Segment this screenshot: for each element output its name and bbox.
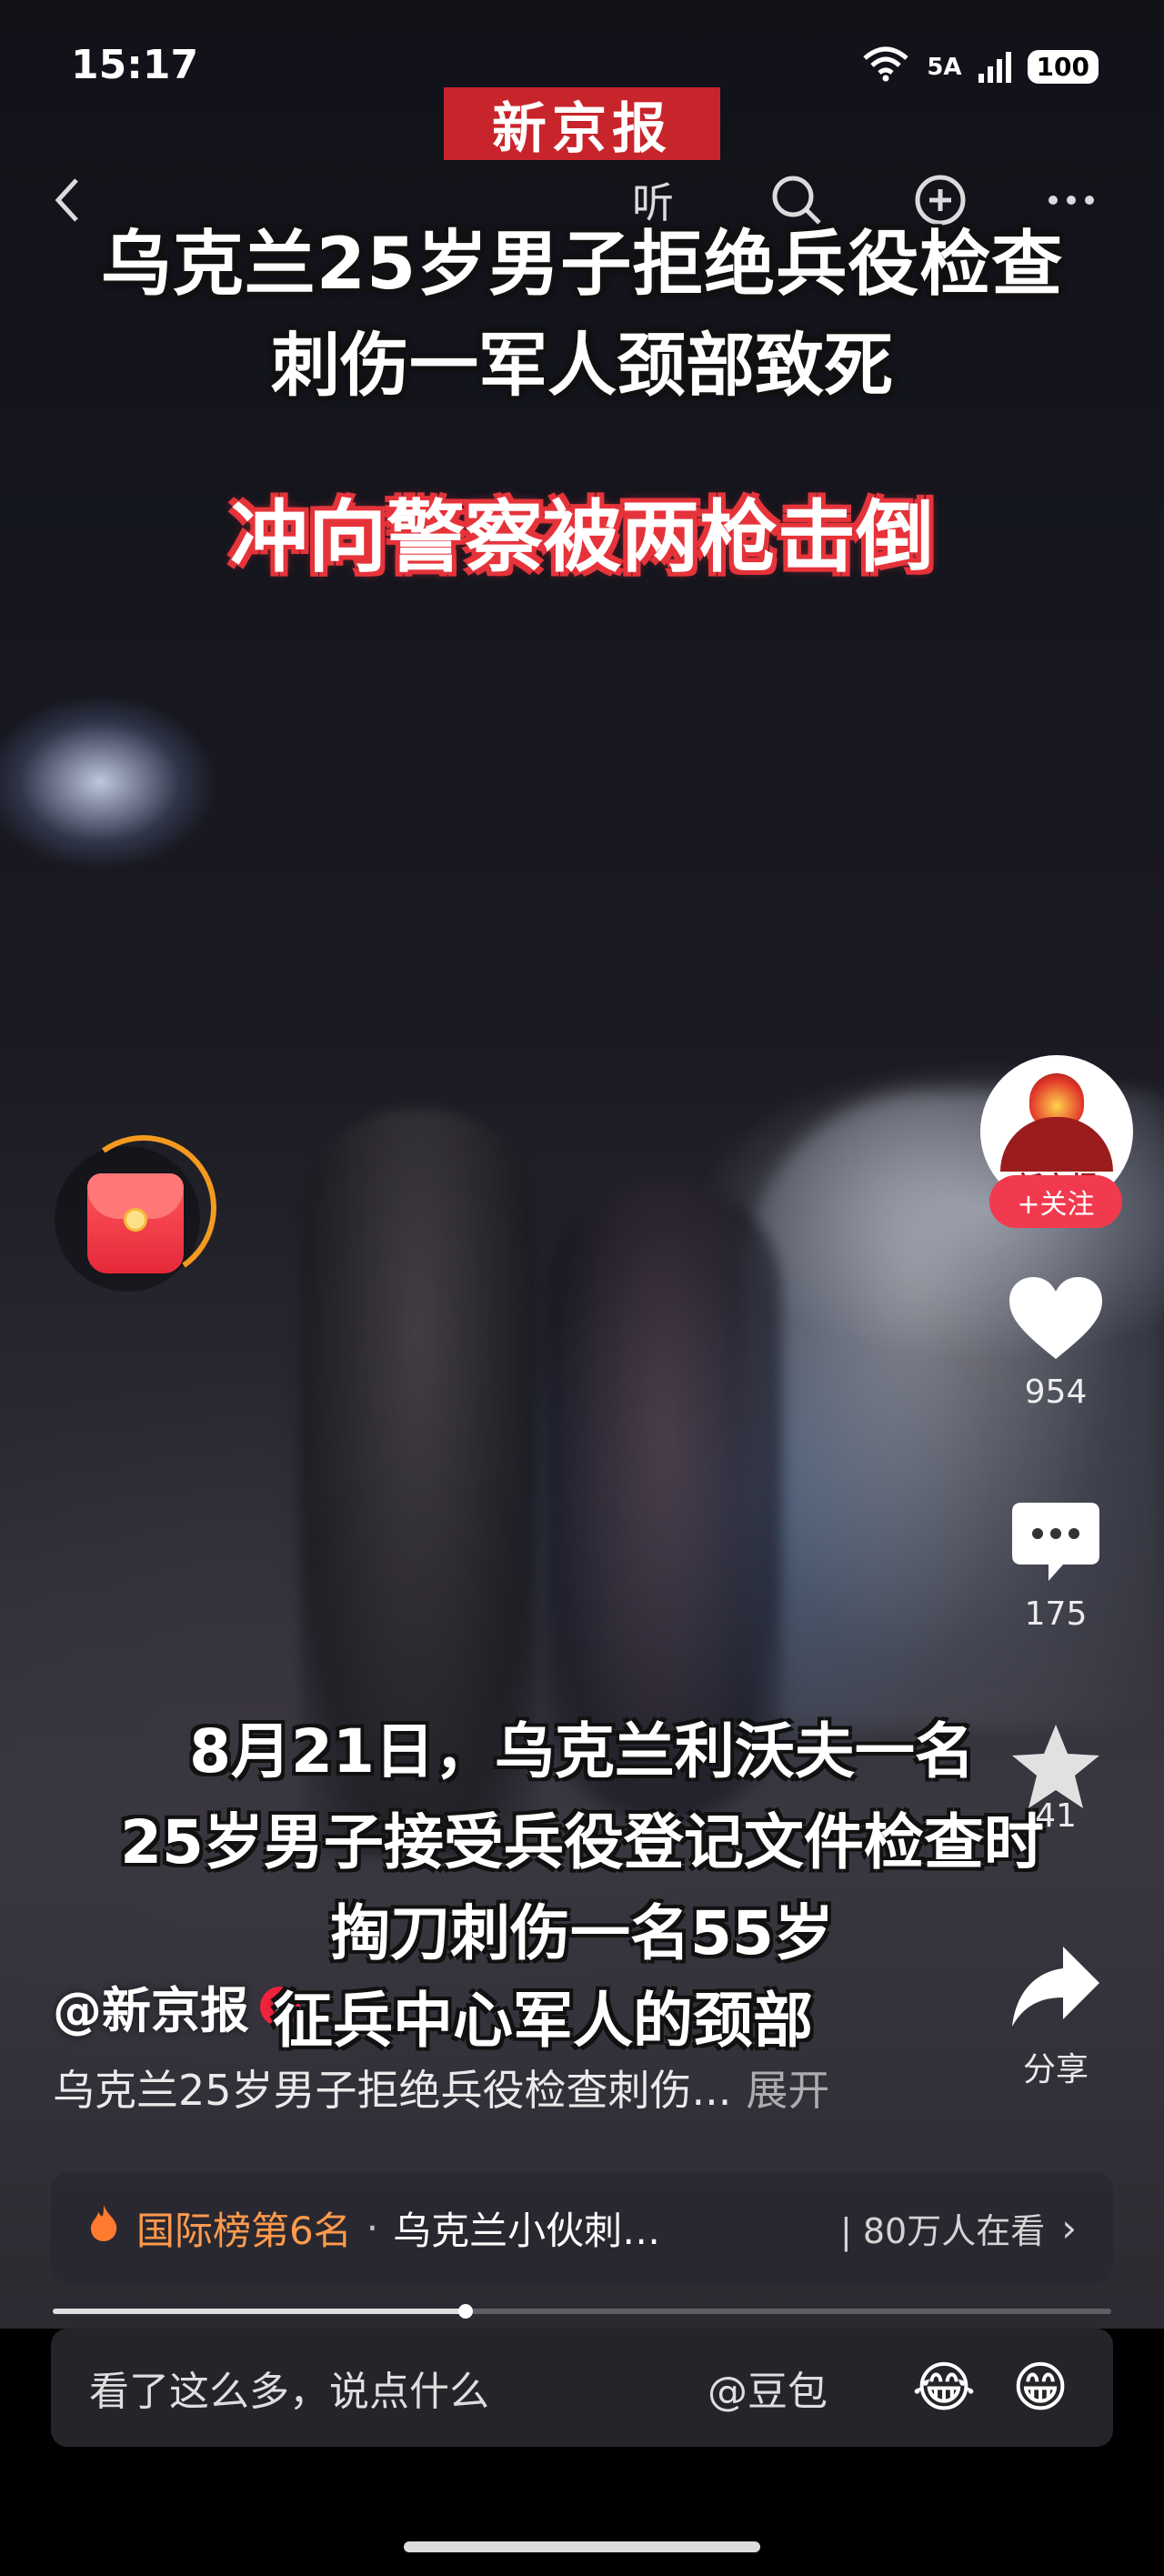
comment-placeholder: 看了这么多，说点什么 [89,2369,489,2415]
favorite-count: 41 [1035,1797,1077,1835]
like-count: 954 [1024,1374,1088,1411]
share-label: 分享 [1022,2051,1089,2088]
red-packet-button[interactable] [55,1123,228,1293]
status-icons: 5A 100 [861,45,1099,88]
rank-banner[interactable]: 国际榜第6名 · 乌克兰小伙刺… | 80万人在看 › [51,2172,1113,2283]
avatar-arch [1000,1117,1113,1172]
heart-icon [1006,1273,1106,1368]
comment-icon [1008,1499,1103,1590]
progress-knob[interactable] [457,2304,473,2319]
video-description[interactable]: 乌克兰25岁男子拒绝兵役检查刺伤... 展开 [53,2058,829,2118]
author-handle: @新京报 [53,1982,249,2039]
author-name[interactable]: @新京报 v [53,1970,300,2042]
rank-separator: · [366,2205,379,2250]
share-button[interactable]: 分享 [1000,1943,1111,2090]
laugh-emoji-icon[interactable]: 😂 [909,2353,978,2422]
at-doubao-button[interactable]: @豆包 [707,2359,828,2417]
like-button[interactable]: 954 [1000,1273,1111,1411]
comment-input[interactable]: 看了这么多，说点什么 @豆包 😂 😁 [51,2329,1113,2447]
follow-button[interactable]: +关注 [989,1175,1122,1228]
fire-icon [87,2203,120,2252]
subtitle-line: 征兵中心军人的颈部 [273,1986,813,2056]
status-time: 15:17 [71,42,199,88]
video-progress-bar[interactable] [53,2304,1111,2319]
network-label: 5A [927,53,962,81]
signal-icon [978,51,1011,83]
red-packet-coin [124,1208,147,1232]
subtitle-line: 8月21日，乌克兰利沃夫一名 [189,1716,975,1786]
video-title-line2: 刺伤一军人颈部致死 [271,325,893,406]
home-indicator[interactable] [404,2541,760,2552]
wifi-icon [861,45,910,88]
comment-count: 175 [1024,1595,1088,1633]
chevron-right-icon: › [1061,2205,1077,2250]
favorite-button[interactable]: 41 [1000,1721,1111,1835]
video-headline: 冲向警察被两枪击倒 [230,492,934,583]
rank-viewers: | 80万人在看 [839,2210,1046,2251]
share-icon [1008,1943,1103,2038]
subtitle-line: 掏刀刺伤一名55岁 [330,1898,834,1968]
progress-fill [53,2309,466,2314]
expand-link[interactable]: 展开 [746,2066,829,2115]
rank-topic: 乌克兰小伙刺… [393,2208,661,2253]
description-text: 乌克兰25岁男子拒绝兵役检查刺伤... [53,2066,732,2115]
news-logo: 新京报 [444,87,720,161]
subtitle-line: 25岁男子接受兵役登记文件检查时 [120,1807,1044,1877]
grin-emoji-icon[interactable]: 😁 [1006,2353,1075,2422]
battery-icon: 100 [1027,50,1099,84]
comment-button[interactable]: 175 [1000,1499,1111,1633]
video-title-line1: 乌克兰25岁男子拒绝兵役检查 [100,224,1064,306]
rank-label: 国际榜第6名 [136,2208,352,2253]
